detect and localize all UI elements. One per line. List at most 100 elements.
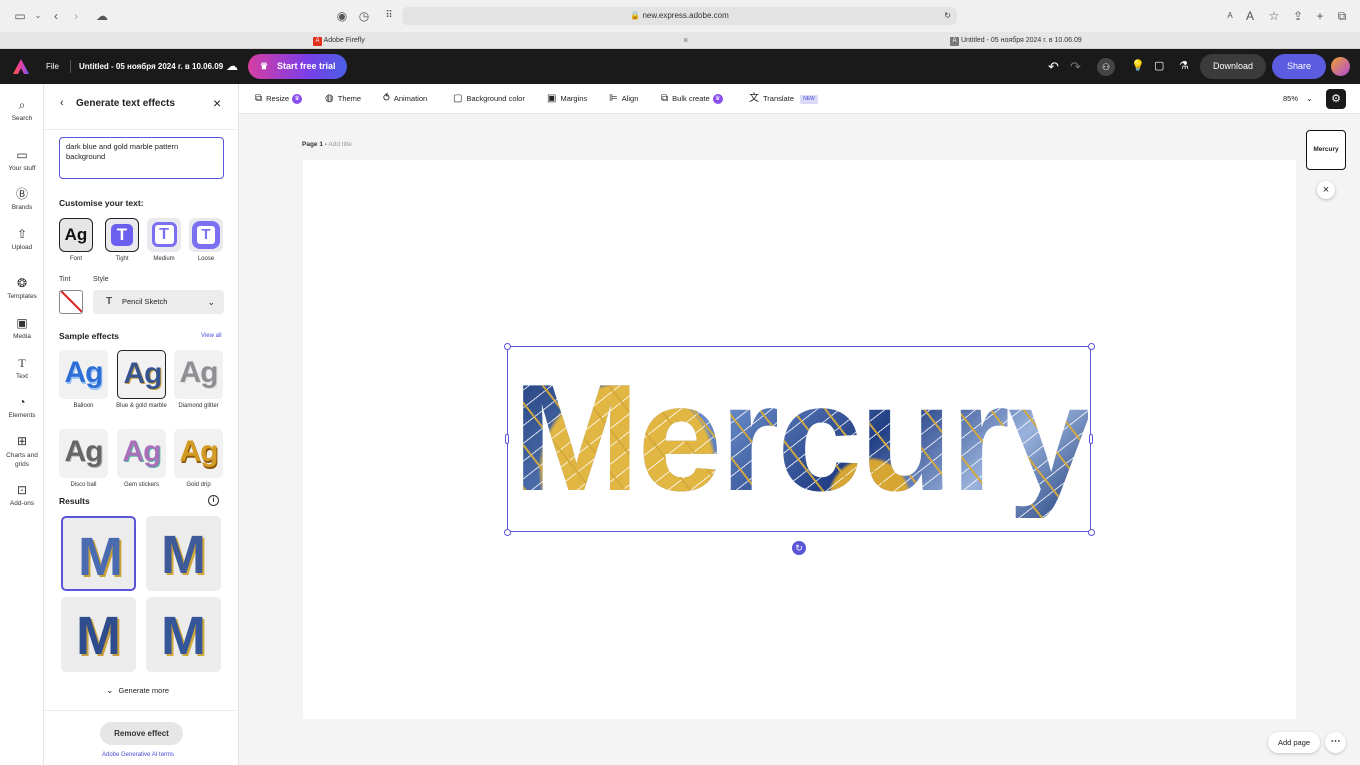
result-2[interactable]: M xyxy=(146,516,221,591)
forward-icon[interactable]: › xyxy=(68,8,84,24)
bulk-create-button[interactable]: ⧉ Bulk create ♛ xyxy=(661,84,723,114)
cloud-icon[interactable]: ☁ xyxy=(94,8,110,24)
mercury-text-effect[interactable]: Mercury xyxy=(513,358,1088,518)
comment-icon[interactable]: ▢ xyxy=(1154,49,1164,84)
generate-more-button[interactable]: ⌄ Generate more xyxy=(106,685,169,696)
tool-label: Animation xyxy=(393,94,428,103)
effect-diamond-glitter[interactable]: Ag xyxy=(174,350,223,399)
resize-handle[interactable] xyxy=(504,529,511,536)
loose-glyph: T xyxy=(192,221,220,249)
sidebar-icon[interactable]: ▭ xyxy=(12,8,28,24)
back-icon[interactable]: ‹ xyxy=(48,8,64,24)
avatar[interactable] xyxy=(1331,57,1350,76)
margins-button[interactable]: ▣ Margins xyxy=(547,84,587,114)
more-options-icon[interactable]: ⋯ xyxy=(1325,732,1346,753)
rail-text[interactable]: T Text xyxy=(0,356,44,380)
rail-your-stuff[interactable]: ▭ Your stuff xyxy=(0,148,44,172)
tab-untitled[interactable]: A Untitled - 05 ноября 2024 г. в 10.06.0… xyxy=(950,35,1082,46)
add-title-field[interactable]: Add title xyxy=(328,141,352,148)
lightbulb-icon[interactable]: 💡 xyxy=(1131,49,1145,84)
resize-handle[interactable] xyxy=(504,343,511,350)
new-tab-icon[interactable]: + xyxy=(1312,8,1328,24)
rail-addons[interactable]: ⊡ Add-ons xyxy=(0,483,44,507)
adobe-icon: A xyxy=(313,37,322,46)
close-icon[interactable]: × xyxy=(1317,181,1335,199)
close-tab-icon[interactable]: × xyxy=(683,35,688,46)
text-larger-button[interactable]: A xyxy=(1242,8,1258,24)
rotate-icon[interactable]: ↻ xyxy=(792,541,806,555)
effect-blue-gold-marble[interactable]: Ag xyxy=(117,350,166,399)
style-select[interactable]: T Pencil Sketch ⌄ xyxy=(93,290,224,314)
undo-icon[interactable]: ↶ xyxy=(1048,49,1059,84)
resize-handle[interactable] xyxy=(1088,529,1095,536)
tab-adobe-firefly[interactable]: A Adobe Firefly xyxy=(313,35,365,46)
rail-elements[interactable]: ◔ Elements xyxy=(0,395,44,419)
margins-icon: ▣ xyxy=(547,93,557,104)
document-title[interactable]: Untitled - 05 ноября 2024 г. в 10.06.09 xyxy=(79,49,223,84)
info-icon[interactable]: i xyxy=(208,495,219,506)
align-button[interactable]: ⊫ Align xyxy=(609,84,638,114)
effect-gem-stickers[interactable]: Ag xyxy=(117,429,166,478)
remove-effect-button[interactable]: Remove effect xyxy=(100,722,183,745)
fit-tight-option[interactable]: T xyxy=(105,218,139,252)
resize-handle[interactable] xyxy=(1088,343,1095,350)
star-icon[interactable]: ☆ xyxy=(1266,8,1282,24)
text-smaller-button[interactable]: A xyxy=(1222,8,1238,24)
adjust-panel-icon[interactable]: ⚙ xyxy=(1326,89,1346,109)
result-1[interactable]: M xyxy=(61,516,136,591)
translate-button[interactable]: 文 Translate NEW xyxy=(749,84,818,114)
invite-icon[interactable]: ⚇ xyxy=(1097,58,1115,76)
fit-loose-option[interactable]: T xyxy=(189,218,223,252)
share-sheet-icon[interactable]: ⇪ xyxy=(1290,8,1306,24)
chevron-down-icon[interactable]: ⌄ xyxy=(30,8,46,24)
rail-templates[interactable]: ❂ Templates xyxy=(0,276,44,300)
style-value: Pencil Sketch xyxy=(122,297,168,306)
templates-icon: ❂ xyxy=(16,276,28,290)
close-icon[interactable]: × xyxy=(213,95,221,111)
rail-brands[interactable]: Ⓑ Brands xyxy=(0,187,44,211)
result-3[interactable]: M xyxy=(61,597,136,672)
file-menu[interactable]: File xyxy=(46,49,59,84)
tint-swatch[interactable] xyxy=(59,290,83,314)
tab-overview-icon[interactable]: ⧉ xyxy=(1334,8,1350,24)
effect-gold-drip[interactable]: Ag xyxy=(174,429,223,478)
resize-button[interactable]: ⧉ Resize ♛ xyxy=(255,84,303,114)
effect-disco-ball[interactable]: Ag xyxy=(59,429,108,478)
fit-font-option[interactable]: Ag xyxy=(59,218,93,252)
side-handle[interactable] xyxy=(505,434,509,444)
brand-icon: Ⓑ xyxy=(15,187,28,201)
result-4[interactable]: M xyxy=(146,597,221,672)
rail-search[interactable]: ⌕ Search xyxy=(0,98,44,122)
back-icon[interactable]: ‹ xyxy=(60,97,64,109)
record-icon[interactable]: ◉ xyxy=(334,8,350,24)
effect-label: Gem stickers xyxy=(123,482,159,488)
add-page-button[interactable]: Add page xyxy=(1268,732,1320,753)
grid-icon[interactable]: ⠿ xyxy=(381,8,397,24)
prompt-input[interactable]: dark blue and gold marble pattern backgr… xyxy=(59,137,224,179)
background-color-button[interactable]: ▢ Background color xyxy=(453,84,525,114)
adobe-express-logo[interactable] xyxy=(13,59,29,74)
text-icon: T xyxy=(18,356,26,370)
rail-charts[interactable]: ⊞ Charts and grids xyxy=(0,434,44,469)
effect-balloon[interactable]: Ag xyxy=(59,350,108,399)
rail-upload[interactable]: ⇧ Upload xyxy=(0,227,44,251)
url-bar[interactable]: 🔒 new.express.adobe.com ↻ xyxy=(402,7,957,25)
start-free-trial-button[interactable]: ♛ Start free trial xyxy=(248,54,347,79)
page-thumbnail[interactable]: Mercury xyxy=(1306,130,1346,170)
animation-button[interactable]: ⥀ Animation xyxy=(383,84,427,114)
flask-icon[interactable]: ⚗ xyxy=(1179,49,1189,84)
theme-button[interactable]: ◍ Theme xyxy=(325,84,361,114)
fit-medium-option[interactable]: T xyxy=(147,218,181,252)
result-glyph: M xyxy=(161,606,206,666)
reload-icon[interactable]: ↻ xyxy=(944,7,951,25)
download-button[interactable]: Download xyxy=(1200,54,1266,79)
rail-media[interactable]: ▣ Media xyxy=(0,316,44,340)
url-text: new.express.adobe.com xyxy=(642,11,729,20)
view-all-link[interactable]: View all xyxy=(201,333,222,339)
sample-effects-heading: Sample effects xyxy=(59,331,119,341)
ai-terms-link[interactable]: Adobe Generative AI terms xyxy=(102,752,174,758)
clock-icon[interactable]: ◷ xyxy=(356,8,372,24)
redo-icon[interactable]: ↷ xyxy=(1070,49,1081,84)
zoom-select[interactable]: 85% ⌄ xyxy=(1283,84,1313,114)
share-button[interactable]: Share xyxy=(1272,54,1326,79)
